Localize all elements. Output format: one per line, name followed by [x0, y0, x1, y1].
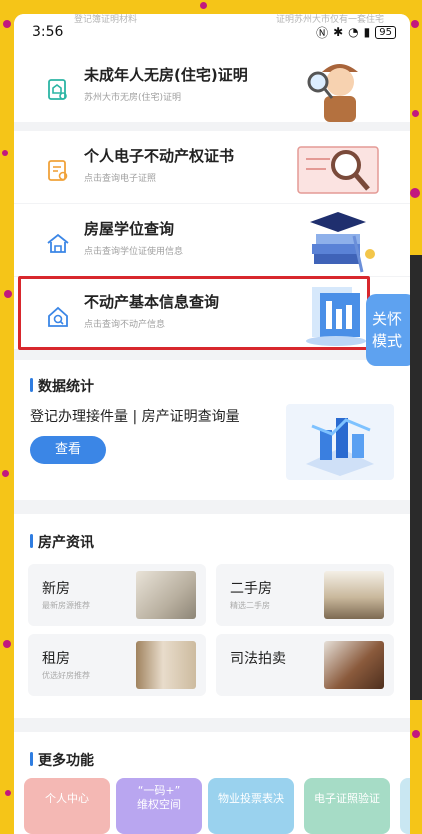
more-item-e-cert-verify[interactable]: 电子证照验证	[304, 778, 390, 834]
selection-highlight-box	[18, 276, 370, 350]
tile-subtitle: 精选二手房	[230, 601, 270, 610]
wifi-icon: ◔	[348, 25, 359, 39]
gavel-photo	[324, 641, 384, 689]
status-time: 3:56	[32, 24, 64, 40]
more-item-rights-space[interactable]: “一码+” 维权空间	[116, 778, 202, 834]
care-mode-label-1: 关怀	[372, 310, 403, 328]
faded-header-left: 登记簿证明材料	[74, 15, 138, 25]
news-tile-second-hand[interactable]: 二手房 精选二手房	[216, 564, 394, 626]
news-tile-new-house[interactable]: 新房 最新房源推荐	[28, 564, 206, 626]
detective-illustration	[307, 64, 358, 122]
news-tile-judicial-auction[interactable]: 司法拍卖	[216, 634, 394, 696]
more-item-property-vote[interactable]: 物业投票表决	[208, 778, 294, 834]
service-item-e-certificate[interactable]: 个人电子不动产权证书 点击查询电子证照	[14, 131, 410, 203]
care-mode-label-2: 模式	[372, 332, 403, 350]
service-title: 未成年人无房(住宅)证明	[84, 66, 248, 84]
tile-title: 司法拍卖	[230, 651, 286, 667]
stats-chart-illustration	[286, 404, 394, 480]
stats-description: 登记办理接件量 | 房产证明查询量	[30, 409, 240, 425]
new-house-photo	[136, 571, 196, 619]
stats-section-title: 数据统计	[30, 376, 94, 396]
bluetooth-icon: ✱	[333, 25, 344, 39]
tile-title: 二手房	[230, 581, 272, 597]
battery-icon: 95	[375, 25, 396, 39]
app-screen: 登记簿证明材料 证明苏州大市仅有一套住宅 3:56 Ⓝ ✱ ◔ ▮ 95 未成年…	[14, 14, 410, 834]
certificate-magnifier-illustration	[297, 146, 379, 194]
second-hand-photo	[324, 571, 384, 619]
status-bar: 登记簿证明材料 证明苏州大市仅有一套住宅 3:56 Ⓝ ✱ ◔ ▮ 95	[14, 14, 410, 50]
status-icons: Ⓝ ✱ ◔ ▮ 95	[316, 24, 396, 41]
service-title: 房屋学位查询	[84, 220, 175, 238]
service-subtitle: 点击查询学位证使用信息	[84, 247, 184, 257]
school-house-icon	[47, 233, 69, 253]
tile-title: 新房	[42, 581, 70, 597]
tile-title: 租房	[42, 651, 70, 667]
news-section-title: 房产资讯	[30, 532, 94, 552]
sim-icon: ▮	[363, 25, 371, 39]
care-mode-button[interactable]: 关怀 模式	[366, 294, 410, 366]
tile-subtitle: 优选好房推荐	[42, 671, 90, 680]
view-stats-button[interactable]: 查看	[30, 436, 106, 464]
graduation-books-illustration	[310, 212, 375, 273]
house-certificate-icon	[48, 79, 67, 100]
rent-photo	[136, 641, 196, 689]
certificate-icon	[48, 160, 68, 181]
nfc-icon: Ⓝ	[316, 25, 329, 40]
more-item-partial[interactable]	[400, 778, 410, 834]
tile-subtitle: 最新房源推荐	[42, 601, 90, 610]
service-title: 个人电子不动产权证书	[84, 147, 235, 165]
service-subtitle: 点击查询电子证照	[84, 174, 157, 184]
faded-header-right: 证明苏州大市仅有一套住宅	[276, 15, 385, 25]
service-item-minor-no-house[interactable]: 未成年人无房(住宅)证明 苏州大市无房(住宅)证明	[14, 50, 410, 122]
more-item-personal-center[interactable]: 个人中心	[24, 778, 110, 834]
service-item-school-place[interactable]: 房屋学位查询 点击查询学位证使用信息	[14, 204, 410, 276]
more-section-title: 更多功能	[30, 750, 94, 770]
service-subtitle: 苏州大市无房(住宅)证明	[84, 93, 182, 103]
news-tile-rent[interactable]: 租房 优选好房推荐	[28, 634, 206, 696]
